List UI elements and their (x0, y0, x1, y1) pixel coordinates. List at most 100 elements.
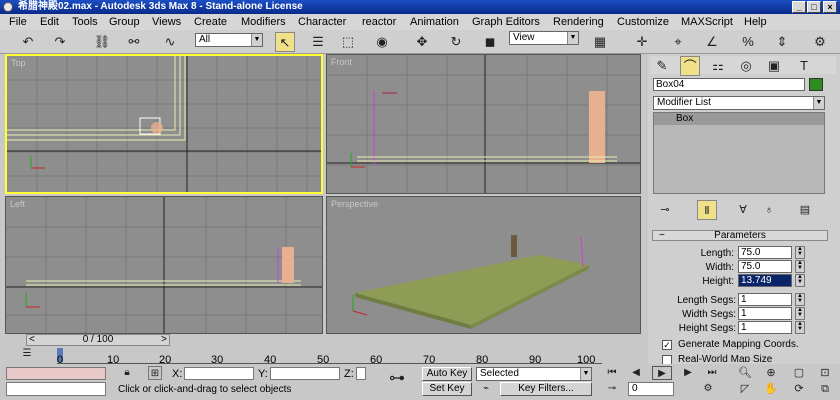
maximize-viewport-icon[interactable]: ⧉ (816, 382, 834, 396)
viewport-top[interactable]: Top (5, 54, 323, 194)
menu-graph-editors[interactable]: Graph Editors (472, 15, 540, 29)
unlink-icon[interactable]: ⚯ (124, 32, 144, 52)
object-name-field[interactable]: Box04 (653, 78, 805, 91)
select-and-scale-icon[interactable]: ◼ (480, 32, 500, 52)
menu-group[interactable]: Group (109, 15, 140, 29)
menu-customize[interactable]: Customize (617, 15, 669, 29)
width-spinner[interactable]: ▲ ▼ (795, 260, 805, 273)
height-spinner[interactable]: ▲ ▼ (795, 274, 805, 287)
maxscript-listener-mini[interactable] (6, 367, 106, 380)
viewport-perspective[interactable]: Perspective (326, 196, 641, 334)
maxscript-input[interactable] (6, 382, 106, 396)
select-and-link-icon[interactable]: ⛓ (92, 32, 112, 52)
go-to-start-icon[interactable]: ⏮ (604, 366, 620, 380)
height-segs-spinner[interactable]: ▲ ▼ (795, 321, 805, 334)
lock-selection-icon[interactable]: 🔒︎ (120, 366, 134, 380)
remove-modifier-icon[interactable]: ♁ (759, 200, 779, 220)
redo-icon[interactable]: ↷ (50, 32, 70, 52)
set-key-mode-icon[interactable]: ⊶ (384, 369, 410, 389)
zoom-all-icon[interactable]: ⊕ (762, 366, 780, 380)
select-and-move-icon[interactable]: ✥ (412, 32, 432, 52)
height-segs-field[interactable]: 1 (738, 321, 792, 334)
select-and-rotate-icon[interactable]: ↻ (446, 32, 466, 52)
menu-create[interactable]: Create (194, 15, 227, 29)
menu-help[interactable]: Help (744, 15, 767, 29)
motion-tab-icon[interactable]: ◎ (736, 56, 756, 76)
menu-file[interactable]: File (9, 15, 27, 29)
auto-key-button[interactable]: Auto Key (422, 367, 472, 381)
zoom-extents-all-icon[interactable]: ⊡ (816, 366, 834, 380)
key-mode-toggle-icon[interactable]: ⊸ (604, 382, 620, 396)
default-in-out-tangents-icon[interactable]: ⌁ (478, 381, 494, 396)
time-slider[interactable]: < 0 / 100 > (26, 334, 170, 346)
previous-frame-icon[interactable]: ◀ (628, 366, 644, 380)
menu-animation[interactable]: Animation (410, 15, 459, 29)
slider-prev-icon[interactable]: < (29, 335, 35, 345)
menu-views[interactable]: Views (152, 15, 181, 29)
close-button[interactable]: × (823, 1, 837, 13)
viewport-front[interactable]: Front (326, 54, 641, 194)
slider-next-icon[interactable]: > (161, 335, 167, 345)
width-segs-spinner[interactable]: ▲ ▼ (795, 307, 805, 320)
object-color-swatch[interactable] (809, 78, 823, 91)
y-coordinate-field[interactable] (270, 367, 340, 380)
menu-maxscript[interactable]: MAXScript (681, 15, 733, 29)
menu-tools[interactable]: Tools (72, 15, 98, 29)
spinner-snap-icon[interactable]: ⇕ (772, 32, 792, 52)
percent-snap-icon[interactable]: % (738, 32, 758, 52)
zoom-icon[interactable]: 🔍︎ (736, 366, 754, 380)
trackbar-toggle-icon[interactable]: ☰ (18, 346, 36, 362)
length-segs-spinner[interactable]: ▲ ▼ (795, 293, 805, 306)
menu-modifiers[interactable]: Modifiers (241, 15, 286, 29)
key-filters-button[interactable]: Key Filters... (500, 382, 592, 396)
menu-character[interactable]: Character (298, 15, 346, 29)
utilities-tab-icon[interactable]: T (794, 56, 814, 76)
stack-item-box[interactable]: Box (654, 113, 824, 125)
undo-icon[interactable]: ↶ (18, 32, 38, 52)
key-mode-dropdown[interactable]: Selected ▼ (476, 367, 592, 381)
create-tab-icon[interactable]: ✎ (652, 56, 672, 76)
modify-tab-icon[interactable]: ⌒ (680, 56, 700, 76)
field-of-view-icon[interactable]: ◸ (736, 382, 754, 396)
select-object-icon[interactable]: ↖ (275, 32, 295, 52)
pan-icon[interactable]: ✋ (762, 382, 780, 396)
modifier-list-dropdown[interactable]: Modifier List ▼ (653, 96, 825, 110)
width-field[interactable]: 75.0 (738, 260, 792, 273)
named-selection-icon[interactable]: ⚙ (810, 32, 830, 52)
width-segs-field[interactable]: 1 (738, 307, 792, 320)
snaps-toggle-icon[interactable]: ⌖ (668, 32, 688, 52)
make-unique-icon[interactable]: ∀ (733, 200, 753, 220)
angle-snap-icon[interactable]: ∠ (702, 32, 722, 52)
pivot-center-icon[interactable]: ▦ (590, 32, 610, 52)
current-frame-field[interactable]: 0 (628, 382, 674, 396)
go-to-end-icon[interactable]: ⏭ (704, 366, 720, 380)
length-spinner[interactable]: ▲ ▼ (795, 246, 805, 259)
x-coordinate-field[interactable] (184, 367, 254, 380)
generate-mapping-checkbox[interactable]: ✓ (662, 340, 672, 350)
show-end-result-icon[interactable]: Ⅱ (697, 200, 717, 220)
track-bar[interactable]: 0 10 20 30 40 50 60 70 80 90 100 (57, 348, 602, 366)
minimize-button[interactable]: _ (792, 1, 806, 13)
viewport-left[interactable]: Left (5, 196, 323, 334)
play-icon[interactable]: ▶ (652, 366, 672, 380)
absolute-mode-icon[interactable]: ⊞ (148, 366, 162, 380)
configure-sets-icon[interactable]: ▤ (795, 200, 815, 220)
reference-coordinate-dropdown[interactable]: View ▼ (509, 31, 579, 45)
length-segs-field[interactable]: 1 (738, 293, 792, 306)
manipulate-icon[interactable]: ✛ (632, 32, 652, 52)
height-field[interactable]: 13.749 (738, 274, 792, 287)
z-coordinate-field[interactable] (356, 367, 366, 380)
time-configuration-icon[interactable]: ⚙ (700, 382, 716, 396)
set-key-button[interactable]: Set Key (422, 382, 472, 396)
maximize-button[interactable]: □ (807, 1, 821, 13)
bind-space-warp-icon[interactable]: ∿ (160, 32, 180, 52)
arc-rotate-icon[interactable]: ⟳ (790, 382, 808, 396)
menu-reactor[interactable]: reactor (362, 15, 396, 29)
zoom-extents-icon[interactable]: ▢ (790, 366, 808, 380)
window-crossing-icon[interactable]: ◉ (372, 32, 392, 52)
select-by-name-icon[interactable]: ☰ (308, 32, 328, 52)
pin-stack-icon[interactable]: ⊸ (655, 200, 675, 220)
menu-rendering[interactable]: Rendering (553, 15, 604, 29)
next-frame-icon[interactable]: ▶ (680, 366, 696, 380)
parameters-rollout-header[interactable]: − Parameters (652, 230, 828, 241)
